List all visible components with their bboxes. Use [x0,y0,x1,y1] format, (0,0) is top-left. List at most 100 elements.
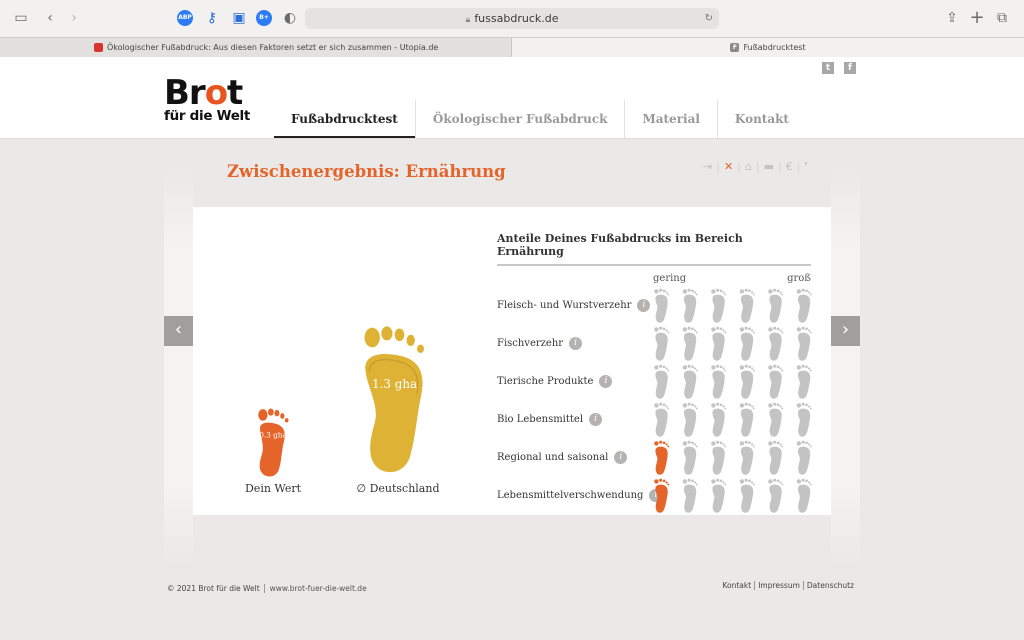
breakdown-row-label: Fischverzehr i [497,337,583,350]
footprint-mark [796,402,812,437]
footprint-mark [711,478,727,513]
footprint-scale [654,440,812,475]
exit-icon[interactable]: ⇥ [699,160,716,173]
sidebar-toggle-icon[interactable]: ▭ [11,9,31,27]
breakdown-row-label: Lebensmittelverschwendung i [497,489,663,502]
footprint-mark [711,326,727,361]
info-icon[interactable]: i [637,299,651,312]
footprint-mark [654,288,670,323]
nav-fussabdrucktest[interactable]: Fußabdrucktest [274,100,415,138]
next-arrow-icon[interactable]: › [831,316,860,346]
info-icon[interactable]: i [569,337,583,350]
breakdown-row-label: Regional und saisonal i [497,451,628,464]
your-value-label: Dein Wert [244,482,302,495]
house-icon[interactable]: ⌂ [741,160,756,173]
shield-icon[interactable]: ◐ [280,9,300,27]
scale-labels: gering groß [497,266,811,288]
result-panel: 0.3 gha Dein Wert 1.3 gha ∅ Deutschland … [193,207,831,515]
footprint-mark [654,402,670,437]
info-icon[interactable]: i [614,451,628,464]
tab-bar: Ökologischer Fußabdruck: Aus diesen Fakt… [0,37,1024,57]
scale-low: gering [653,273,687,284]
footer-datenschutz[interactable]: Datenschutz [802,581,857,590]
left-strip [164,170,193,566]
average-footprint: 1.3 gha [364,326,424,473]
footer-kontakt[interactable]: Kontakt [719,581,754,590]
footprint-mark [796,364,812,399]
tab-utopia[interactable]: Ökologischer Fußabdruck: Aus diesen Fakt… [0,38,512,57]
footprint-mark [654,364,670,399]
footprint-mark [768,440,784,475]
footprint-mark [711,364,727,399]
footprint-mark [768,364,784,399]
footprint-mark [739,440,755,475]
back-icon[interactable]: ‹ [40,9,60,27]
breakdown-rows: Fleisch- und Wurstverzehr i Fischverzehr i T… [497,288,812,516]
tab-fussabdrucktest[interactable]: F Fußabdrucktest [512,38,1024,57]
footprint-mark [796,326,812,361]
footprint-scale [654,364,812,399]
footer-url[interactable]: www.brot-fuer-die-welt.de [263,584,367,593]
your-value-footprint: 0.3 gha [258,408,289,477]
footer-left: © 2021 Brot für die Welt www.brot-fuer-di… [167,584,367,593]
footprint-mark [654,478,670,513]
footer-impressum[interactable]: Impressum [754,581,803,590]
twitter-icon[interactable]: t [822,62,834,74]
result-stage: ‹ › Zwischenergebnis: Ernährung ⇥ | ✕ | ⌂ |… [164,140,860,568]
footprint-mark [711,288,727,323]
adblock-icon[interactable]: ABP [177,10,193,26]
footprint-mark [739,402,755,437]
breakdown-row: Fleisch- und Wurstverzehr i [497,288,812,326]
breakdown-row-label: Bio Lebensmittel i [497,413,603,426]
footprint-mark [739,478,755,513]
car-icon[interactable]: ▬ [760,160,778,173]
info-icon[interactable]: i [599,375,613,388]
f-favicon-icon: F [730,43,740,52]
scale-high: groß [787,273,811,284]
euro-icon[interactable]: € [782,160,797,173]
footprint-mark [654,440,670,475]
step-indicator: ⇥ | ✕ | ⌂ | ▬ | € | ❜ [699,160,812,173]
facebook-icon[interactable]: f [844,62,856,74]
footprint-mark [796,478,812,513]
tab-title: Ökologischer Fußabdruck: Aus diesen Fakt… [107,43,439,52]
logo-main: Brot [164,73,243,113]
footprint-mark [739,364,755,399]
average-label: ∅ Deutschland [356,482,440,495]
breakdown-row: Bio Lebensmittel i [497,402,812,440]
nav-material[interactable]: Material [624,100,716,138]
brot-logo[interactable]: Brot für die Welt [164,73,250,123]
footprint-scale [654,288,812,323]
foot-icon[interactable]: ❜ [800,160,812,173]
breakdown-row-label: Tierische Produkte i [497,375,613,388]
bplus-icon[interactable]: B+ [256,10,272,26]
key-icon[interactable]: ⚷ [202,9,222,27]
reload-icon[interactable]: ↻ [705,8,713,29]
footprint-mark [768,402,784,437]
reader-icon[interactable]: ▣ [229,9,249,27]
nav-kontakt[interactable]: Kontakt [716,100,806,138]
new-tab-icon[interactable]: + [967,9,987,27]
breakdown-row: Lebensmittelverschwendung i [497,478,812,516]
breakdown-row: Tierische Produkte i [497,364,812,402]
nav-oekologischer-fussabdruck[interactable]: Ökologischer Fußabdruck [414,100,625,138]
utopia-favicon-icon [94,43,103,52]
breakdown-row: Regional und saisonal i [497,440,812,478]
food-icon[interactable]: ✕ [720,160,737,173]
share-icon[interactable]: ⇪ [942,9,962,27]
tabs-overview-icon[interactable]: ⧉ [992,9,1012,27]
footprint-mark [739,326,755,361]
footprint-scale [654,326,812,361]
footprint-mark [739,288,755,323]
footprint-mark [796,288,812,323]
page-footer: © 2021 Brot für die Welt www.brot-fuer-di… [0,578,1024,598]
breakdown-table: Anteile Deines Fußabdrucks im Bereich Er… [497,232,812,516]
url-text: fussabdruck.de [474,12,559,25]
address-bar[interactable]: 🔒︎ fussabdruck.de ↻ [305,8,719,29]
footprint-mark [796,440,812,475]
info-icon[interactable]: i [589,413,603,426]
forward-icon[interactable]: › [64,9,84,27]
footprint-mark [654,326,670,361]
copyright: © 2021 Brot für die Welt [167,584,260,593]
prev-arrow-icon[interactable]: ‹ [164,316,193,346]
